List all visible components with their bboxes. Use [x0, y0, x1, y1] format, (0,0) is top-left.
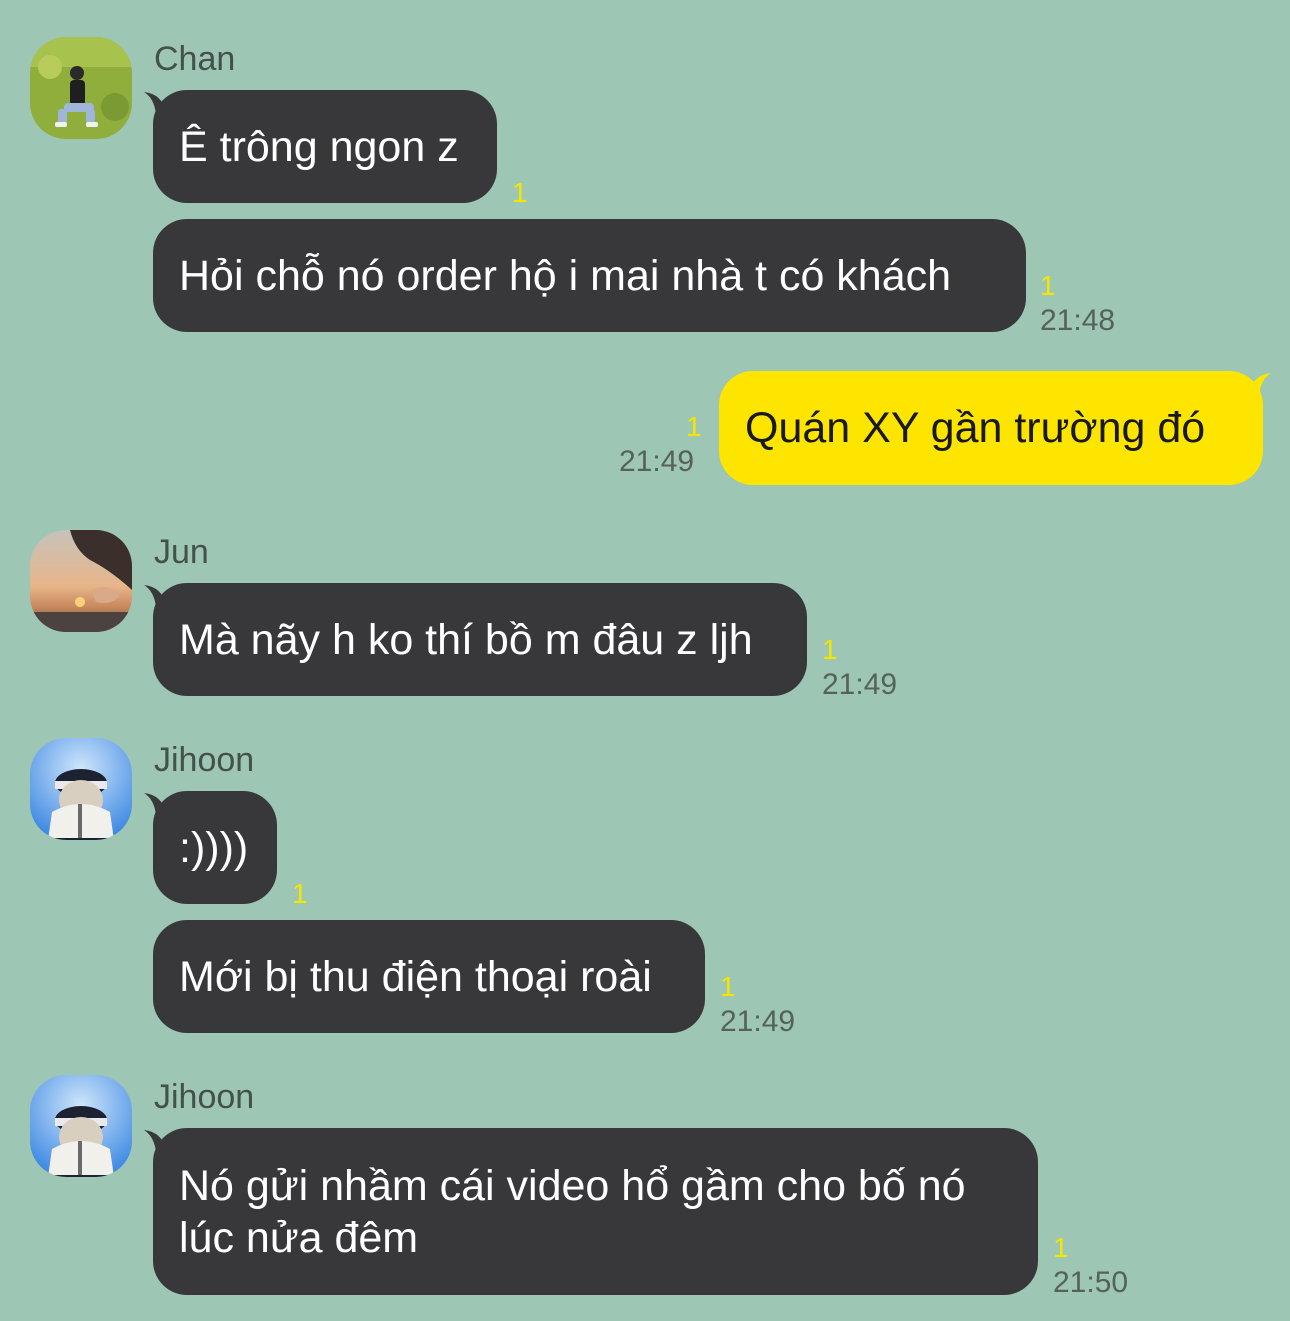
message-text: Nó gửi nhầm cái video hổ gầm cho bố nó l…: [179, 1162, 966, 1262]
message-text: Mà nãy h ko thí bồ m đâu z ljh: [179, 615, 753, 664]
unread-count: 1: [292, 878, 308, 909]
message-bubble[interactable]: Quán XY gần trường đó: [719, 371, 1263, 485]
message-bubble[interactable]: Nó gửi nhầm cái video hổ gầm cho bố nó l…: [153, 1128, 1038, 1295]
message-text: Hỏi chỗ nó order hộ i mai nhà t có khách: [179, 251, 952, 300]
message-bubble[interactable]: Ê trông ngon z: [153, 90, 497, 203]
avatar-chan[interactable]: [30, 37, 132, 139]
message-bubble[interactable]: Hỏi chỗ nó order hộ i mai nhà t có khách: [153, 219, 1026, 332]
avatar-jihoon[interactable]: [30, 738, 132, 840]
sender-name: Chan: [154, 40, 236, 78]
timestamp: 21:50: [1053, 1266, 1129, 1299]
message-text: Ê trông ngon z: [179, 122, 459, 171]
avatar-jun-photo: [30, 530, 132, 632]
message-text: :)))): [179, 823, 249, 872]
message-text: Quán XY gần trường đó: [745, 404, 1206, 452]
unread-count: 1: [720, 971, 736, 1002]
message-text: Mới bị thu điện thoại roài: [179, 952, 652, 1001]
unread-count: 1: [1053, 1232, 1069, 1263]
avatar-jihoon[interactable]: [30, 1075, 132, 1177]
avatar-jihoon-photo: [30, 1075, 132, 1177]
message-bubble[interactable]: Mà nãy h ko thí bồ m đâu z ljh: [153, 583, 807, 696]
message-bubble[interactable]: Mới bị thu điện thoại roài: [153, 920, 705, 1033]
unread-count: 1: [512, 177, 528, 208]
avatar-jun[interactable]: [30, 530, 132, 632]
timestamp: 21:49: [822, 668, 898, 701]
avatar-chan-photo: [30, 37, 132, 139]
unread-count: 1: [686, 411, 702, 442]
timestamp: 21:49: [619, 445, 695, 478]
unread-count: 1: [1040, 270, 1056, 301]
unread-count: 1: [822, 634, 838, 665]
avatar-jihoon-photo: [30, 738, 132, 840]
sender-name: Jihoon: [154, 1078, 255, 1116]
sender-name: Jihoon: [154, 741, 255, 779]
timestamp: 21:48: [1040, 304, 1116, 337]
sender-name: Jun: [154, 533, 209, 571]
timestamp: 21:49: [720, 1005, 796, 1038]
bubble-tail: [1249, 373, 1271, 395]
message-bubble[interactable]: :)))): [153, 791, 277, 904]
